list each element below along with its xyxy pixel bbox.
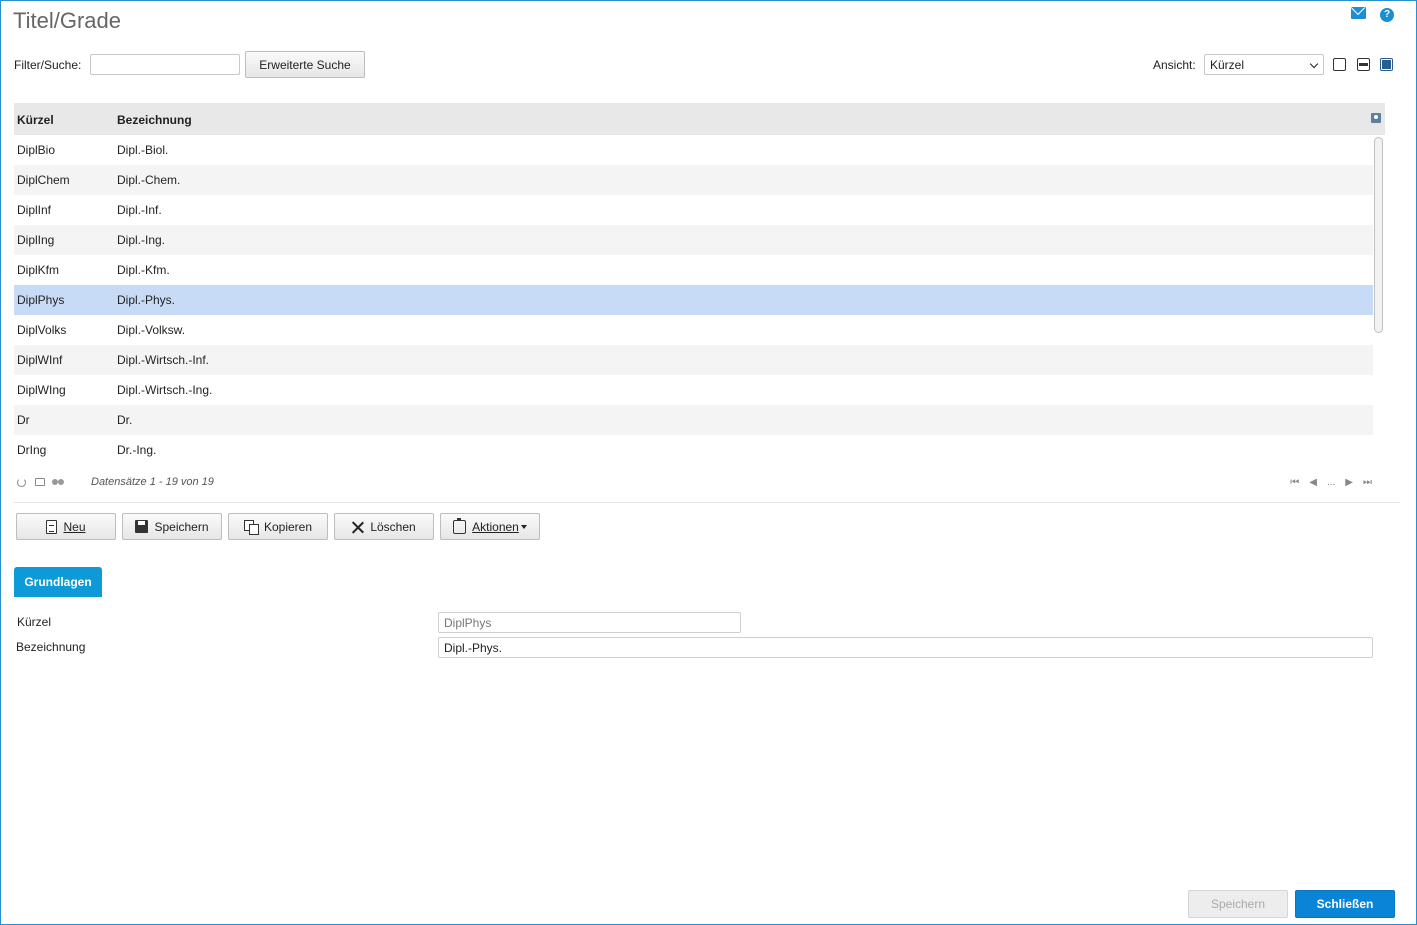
new-button-label: Neu [63, 519, 86, 534]
pager: ⏮ ◀ ... ▶ ⏭ [1290, 477, 1372, 488]
floppy-disk-icon [135, 520, 149, 533]
cell-kuerzel: DiplBio [17, 143, 56, 157]
print-icon[interactable] [35, 478, 45, 486]
actions-button-label: Aktionen [472, 519, 519, 534]
grid-body: DiplBio Dipl.-Biol. DiplChem Dipl.-Chem. Dip… [14, 135, 1373, 469]
bezeichnung-label: Bezeichnung [16, 640, 86, 654]
view-select[interactable]: Kürzel [1204, 54, 1324, 75]
cell-kuerzel: DiplVolks [17, 323, 67, 337]
refresh-icon[interactable] [17, 478, 26, 487]
table-row[interactable]: DiplVolks Dipl.-Volksw. [14, 315, 1373, 345]
cell-bezeichnung: Dipl.-Chem. [117, 173, 181, 187]
cell-bezeichnung: Dipl.-Wirtsch.-Ing. [117, 383, 213, 397]
view-label: Ansicht: [1153, 58, 1196, 72]
first-page-icon[interactable]: ⏮ [1290, 477, 1299, 488]
cell-kuerzel: DiplInf [17, 203, 52, 217]
mail-icon[interactable] [1351, 7, 1366, 19]
clipboard-icon [453, 517, 467, 534]
link-icon[interactable] [52, 479, 65, 485]
footer-save-button[interactable]: Speichern [1188, 890, 1288, 918]
document-icon [46, 519, 58, 534]
cell-bezeichnung: Dipl.-Biol. [117, 143, 169, 157]
cell-bezeichnung: Dr.-Ing. [117, 443, 157, 457]
view-mode-1-button[interactable] [1333, 58, 1346, 71]
close-button[interactable]: Schließen [1295, 890, 1395, 918]
table-row[interactable]: DiplPhys Dipl.-Phys. [14, 285, 1373, 315]
delete-button-label: Löschen [370, 519, 416, 534]
page-ellipsis: ... [1326, 477, 1336, 488]
cell-bezeichnung: Dipl.-Wirtsch.-Inf. [117, 353, 210, 367]
grid-header: Kürzel Bezeichnung [14, 103, 1385, 135]
copy-button[interactable]: Kopieren [228, 513, 328, 540]
view-select-value: Kürzel [1210, 58, 1245, 72]
kuerzel-field[interactable]: DiplPhys [438, 612, 741, 633]
view-mode-2-button[interactable] [1357, 58, 1370, 71]
cell-bezeichnung: Dipl.-Ing. [117, 233, 166, 247]
cell-bezeichnung: Dipl.-Inf. [117, 203, 162, 217]
divider [14, 502, 1400, 503]
table-row[interactable]: DiplKfm Dipl.-Kfm. [14, 255, 1373, 285]
table-row[interactable]: DiplWInf Dipl.-Wirtsch.-Inf. [14, 345, 1373, 375]
save-button-label: Speichern [154, 519, 209, 534]
cell-kuerzel: DiplWInf [17, 353, 63, 367]
advanced-search-button[interactable]: Erweiterte Suche [245, 51, 365, 78]
delete-button[interactable]: Löschen [334, 513, 434, 540]
grid-footer: Datensätze 1 - 19 von 19 ⏮ ◀ ... ▶ ⏭ [14, 473, 1386, 493]
cell-kuerzel: DiplChem [17, 173, 70, 187]
top-icons: ? [1351, 7, 1394, 22]
records-count: Datensätze 1 - 19 von 19 [91, 476, 214, 488]
help-icon[interactable]: ? [1380, 8, 1394, 22]
last-page-icon[interactable]: ⏭ [1363, 477, 1372, 488]
data-grid: Kürzel Bezeichnung DiplBio Dipl.-Biol. Dip… [14, 103, 1386, 493]
table-row[interactable]: DrIng Dr.-Ing. [14, 435, 1373, 465]
new-button[interactable]: Neu [16, 513, 116, 540]
scroll-thumb[interactable] [1374, 137, 1383, 333]
cell-kuerzel: Dr [17, 413, 30, 427]
view-mode-3-button[interactable] [1380, 58, 1393, 71]
grid-scrollbar[interactable] [1373, 135, 1385, 469]
prev-page-icon[interactable]: ◀ [1309, 477, 1317, 488]
cell-kuerzel: DiplWIng [17, 383, 66, 397]
table-row[interactable]: DiplChem Dipl.-Chem. [14, 165, 1373, 195]
filter-search-input[interactable] [90, 54, 240, 75]
cell-bezeichnung: Dr. [117, 413, 133, 427]
advanced-search-label: Erweiterte Suche [259, 57, 351, 72]
filter-label: Filter/Suche: [14, 58, 82, 72]
cell-kuerzel: DiplPhys [17, 293, 65, 307]
cell-kuerzel: DiplIng [17, 233, 55, 247]
kuerzel-label: Kürzel [17, 615, 52, 629]
chevron-down-icon [1309, 59, 1319, 69]
table-row[interactable]: Dr Dr. [14, 405, 1373, 435]
cell-kuerzel: DrIng [17, 443, 47, 457]
next-page-icon[interactable]: ▶ [1345, 477, 1353, 488]
actions-button[interactable]: Aktionen [440, 513, 540, 540]
save-button[interactable]: Speichern [122, 513, 222, 540]
column-header-kuerzel[interactable]: Kürzel [17, 113, 54, 127]
cell-kuerzel: DiplKfm [17, 263, 60, 277]
column-settings-icon[interactable] [1371, 113, 1381, 123]
cell-bezeichnung: Dipl.-Volksw. [117, 323, 186, 337]
copy-button-label: Kopieren [263, 519, 313, 534]
caret-down-icon [520, 524, 527, 529]
window-frame: Titel/Grade ? Filter/Suche: Erweiterte S… [0, 0, 1417, 925]
column-header-bezeichnung[interactable]: Bezeichnung [117, 113, 192, 127]
cell-bezeichnung: Dipl.-Kfm. [117, 263, 170, 277]
table-row[interactable]: DiplIng Dipl.-Ing. [14, 225, 1373, 255]
page-title: Titel/Grade [13, 8, 122, 33]
tab-grundlagen[interactable]: Grundlagen [14, 567, 102, 597]
table-row[interactable]: DiplInf Dipl.-Inf. [14, 195, 1373, 225]
cell-bezeichnung: Dipl.-Phys. [117, 293, 176, 307]
close-icon [352, 521, 364, 533]
table-row[interactable]: DiplBio Dipl.-Biol. [14, 135, 1373, 165]
copy-icon [243, 520, 259, 535]
table-row[interactable]: DiplWIng Dipl.-Wirtsch.-Ing. [14, 375, 1373, 405]
bezeichnung-field[interactable]: Dipl.-Phys. [438, 637, 1373, 658]
